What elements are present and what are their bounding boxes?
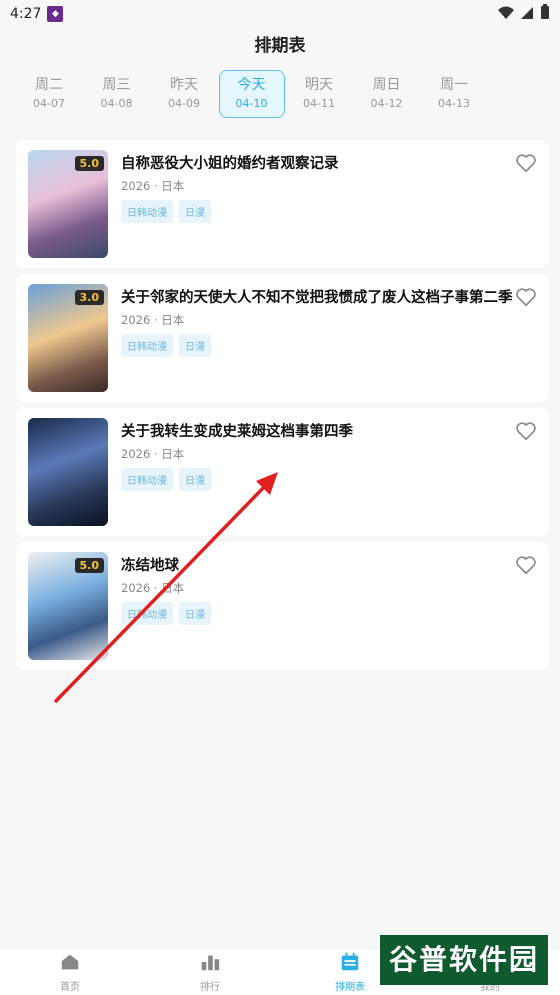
genre-tag[interactable]: 日韩动漫	[121, 334, 173, 357]
tab-date-04-11[interactable]: 明天 04-11	[286, 70, 352, 118]
tab-day-label: 昨天	[170, 77, 198, 93]
tab-day-label: 周一	[440, 77, 468, 93]
anime-tags: 日韩动漫 日漫	[121, 200, 211, 223]
genre-tag[interactable]: 日漫	[179, 200, 211, 223]
tab-day-label: 今天	[237, 77, 266, 93]
anime-tags: 日韩动漫 日漫	[121, 602, 211, 625]
tab-day-label: 明天	[305, 77, 333, 93]
status-time: 4:27	[10, 6, 42, 22]
tab-date-label: 04-08	[100, 97, 133, 110]
anime-card[interactable]: 5.0 自称恶役大小姐的婚约者观察记录 2026 · 日本日韩动漫 日漫	[16, 140, 549, 268]
anime-cover-image[interactable]	[28, 418, 108, 526]
tab-date-label: 04-11	[303, 97, 335, 110]
ranking-icon	[199, 951, 221, 978]
anime-tags: 日韩动漫 日漫	[121, 334, 211, 357]
nav-item-ranking[interactable]: 排行	[140, 949, 280, 995]
anime-meta: 2026 · 日本	[121, 447, 185, 461]
genre-tag[interactable]: 日韩动漫	[121, 468, 173, 491]
page-title: 排期表	[254, 36, 306, 56]
tab-date-label: 04-12	[370, 97, 403, 110]
signal-icon	[520, 5, 534, 24]
nav-label: 首页	[60, 982, 80, 993]
nav-label: 排期表	[335, 982, 365, 993]
home-icon	[59, 951, 81, 978]
anime-card[interactable]: 5.0 冻结地球 2026 · 日本日韩动漫 日漫	[16, 542, 549, 670]
calendar-icon	[339, 951, 361, 978]
tab-day-label: 周三	[102, 77, 131, 93]
anime-card[interactable]: 关于我转生变成史莱姆这档事第四季 2026 · 日本日韩动漫 日漫	[16, 408, 549, 536]
anime-title[interactable]: 关于邻家的天使大人不知不觉把我惯成了废人这档子事第二季	[121, 286, 513, 307]
anime-title[interactable]: 冻结地球	[121, 554, 179, 575]
heart-icon[interactable]	[515, 554, 537, 576]
score-badge: 5.0	[74, 156, 104, 171]
date-tabs: 周二 04-07 周三 04-08 昨天 04-09 今天 04-10 明天 04-11 周日 04-…	[16, 70, 546, 120]
nav-item-home[interactable]: 首页	[0, 949, 140, 995]
battery-icon	[540, 4, 550, 24]
notification-app-icon: ◆	[47, 6, 64, 22]
tab-date-04-12[interactable]: 周日 04-12	[354, 70, 420, 118]
genre-tag[interactable]: 日漫	[179, 334, 211, 357]
anime-card[interactable]: 3.0 关于邻家的天使大人不知不觉把我惯成了废人这档子事第二季 2026 · 日本日…	[16, 274, 549, 402]
anime-cover-image[interactable]: 5.0	[28, 552, 108, 660]
tab-day-label: 周二	[35, 77, 63, 93]
status-icons	[498, 4, 550, 24]
tab-date-label: 04-09	[168, 97, 200, 110]
heart-icon[interactable]	[515, 420, 537, 442]
heart-icon[interactable]	[515, 286, 537, 308]
genre-tag[interactable]: 日漫	[179, 602, 211, 625]
heart-icon[interactable]	[515, 152, 537, 174]
score-badge: 5.0	[74, 558, 104, 573]
anime-title[interactable]: 关于我转生变成史莱姆这档事第四季	[121, 420, 353, 441]
anime-meta: 2026 · 日本	[121, 581, 185, 595]
tab-date-04-10[interactable]: 今天 04-10	[218, 70, 285, 118]
anime-meta: 2026 · 日本	[121, 179, 185, 193]
anime-cover-image[interactable]: 5.0	[28, 150, 108, 258]
anime-meta: 2026 · 日本	[121, 313, 185, 327]
genre-tag[interactable]: 日韩动漫	[121, 602, 173, 625]
anime-title[interactable]: 自称恶役大小姐的婚约者观察记录	[121, 152, 339, 173]
status-bar: 4:27 ◆	[0, 0, 560, 28]
watermark-logo: 谷普软件园	[380, 935, 548, 985]
genre-tag[interactable]: 日漫	[179, 468, 211, 491]
tab-date-label: 04-10	[235, 97, 268, 110]
tab-day-label: 周日	[372, 77, 401, 93]
tab-date-04-08[interactable]: 周三 04-08	[84, 70, 150, 118]
score-badge: 3.0	[74, 290, 104, 305]
anime-list: 5.0 自称恶役大小姐的婚约者观察记录 2026 · 日本 日韩动漫 日漫 3.0 关于邻家…	[16, 140, 549, 676]
nav-label: 排行	[200, 982, 220, 993]
anime-cover-image[interactable]: 3.0	[28, 284, 108, 392]
anime-tags: 日韩动漫 日漫	[121, 468, 211, 491]
tab-date-04-13[interactable]: 周一 04-13	[421, 70, 487, 118]
genre-tag[interactable]: 日韩动漫	[121, 200, 173, 223]
tab-date-label: 04-07	[33, 97, 65, 110]
wifi-icon	[498, 5, 514, 24]
tab-date-04-09[interactable]: 昨天 04-09	[151, 70, 217, 118]
tab-date-label: 04-13	[438, 97, 470, 110]
tab-date-04-07[interactable]: 周二 04-07	[16, 70, 82, 118]
